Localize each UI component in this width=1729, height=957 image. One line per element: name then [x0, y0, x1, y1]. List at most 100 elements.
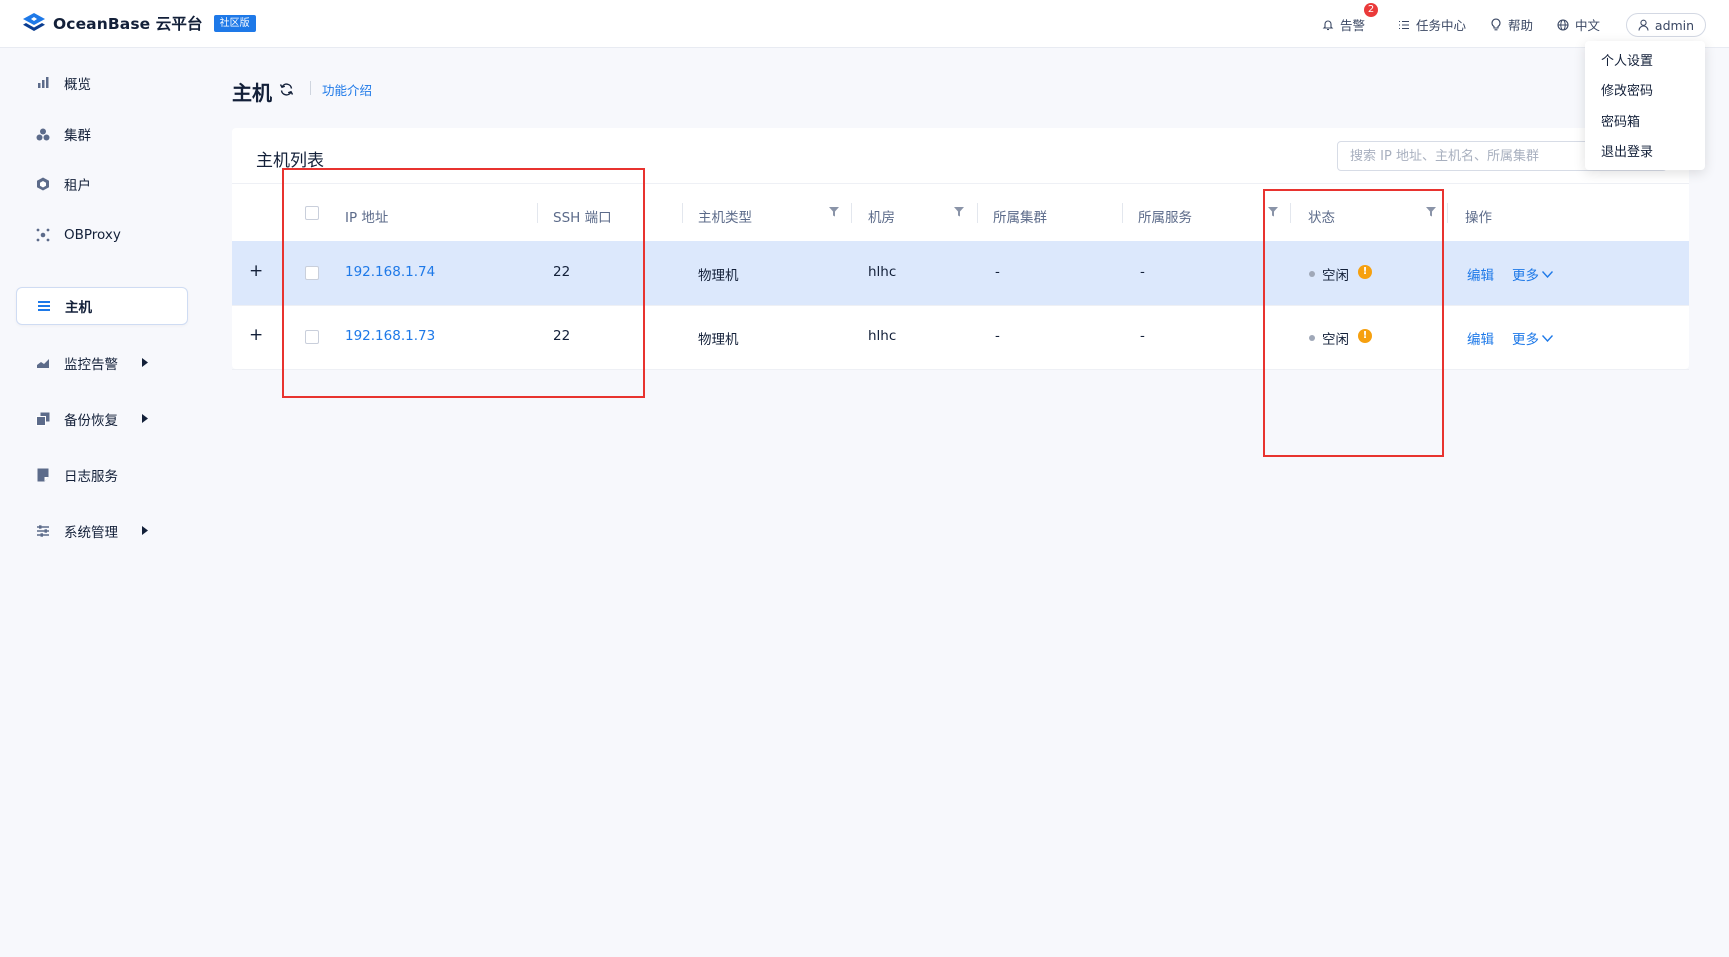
- task-center-label: 任务中心: [1416, 18, 1467, 33]
- brand-logo[interactable]: OceanBase 云平台 社区版: [22, 12, 256, 34]
- feature-intro-link[interactable]: 功能介绍: [322, 80, 372, 99]
- menu-item-password-vault[interactable]: 密码箱: [1601, 111, 1640, 130]
- username: admin: [1654, 17, 1695, 33]
- host-ip-link[interactable]: 192.168.1.74: [345, 264, 435, 280]
- proxy-icon: [36, 228, 50, 242]
- caret-right-icon: [142, 526, 148, 535]
- page-title: 主机: [232, 81, 272, 105]
- edit-link[interactable]: 编辑: [1467, 328, 1494, 348]
- sidebar-item-cluster[interactable]: 集群: [16, 115, 188, 153]
- status-dot: [1309, 271, 1315, 277]
- menu-item-logout[interactable]: 退出登录: [1601, 141, 1653, 160]
- user-menu-button[interactable]: admin: [1626, 13, 1706, 37]
- column-divider: [682, 203, 683, 223]
- sidebar-item-label: 租户: [64, 178, 91, 194]
- status-text: 空闲: [1322, 268, 1349, 284]
- column-header-host-type[interactable]: 主机类型: [698, 206, 752, 226]
- caret-right-icon: [142, 358, 148, 367]
- sidebar-item-monitoring[interactable]: 监控告警: [16, 344, 188, 382]
- service-cell: -: [1140, 264, 1145, 280]
- title-divider: [310, 81, 311, 95]
- edit-link[interactable]: 编辑: [1467, 264, 1494, 284]
- service-cell: -: [1140, 328, 1145, 344]
- sidebar-item-label: 监控告警: [64, 357, 118, 373]
- host-ip-link[interactable]: 192.168.1.73: [345, 328, 435, 344]
- alarm-button[interactable]: 告警: [1322, 15, 1365, 34]
- sidebar-item-label: 备份恢复: [64, 413, 118, 429]
- host-list-icon: [38, 301, 50, 311]
- card-title: 主机列表: [256, 151, 324, 171]
- filter-icon[interactable]: [1268, 207, 1278, 217]
- select-all-checkbox[interactable]: [305, 206, 319, 220]
- sidebar-item-host[interactable]: 主机: [16, 287, 188, 325]
- column-header-ip[interactable]: IP 地址: [345, 206, 388, 226]
- user-icon: [1638, 19, 1649, 31]
- host-type-cell: 物理机: [698, 268, 739, 284]
- row-checkbox[interactable]: [305, 330, 319, 344]
- column-header-service[interactable]: 所属服务: [1138, 206, 1192, 226]
- sidebar-item-log-service[interactable]: 日志服务: [16, 456, 188, 494]
- more-actions-dropdown[interactable]: 更多: [1512, 328, 1553, 348]
- sidebar-item-label: 系统管理: [64, 525, 118, 541]
- sidebar-item-tenant[interactable]: 租户: [16, 165, 188, 203]
- sidebar-item-label: 概览: [64, 77, 91, 93]
- top-header: OceanBase 云平台 社区版 告警 2 任务中心 帮助 中文 admin: [0, 0, 1729, 48]
- column-header-status[interactable]: 状态: [1308, 206, 1335, 226]
- column-divider: [1447, 203, 1448, 223]
- monitor-icon: [37, 359, 49, 368]
- cluster-icon: [36, 128, 50, 140]
- column-divider: [1122, 203, 1123, 223]
- language-switch[interactable]: 中文: [1557, 15, 1600, 34]
- warning-icon[interactable]: !: [1358, 265, 1372, 279]
- table-header: IP 地址 SSH 端口 主机类型 机房 所属集群 所属服务 状态 操作: [232, 183, 1689, 241]
- sidebar-item-system-management[interactable]: 系统管理: [16, 512, 188, 550]
- bell-icon: [1322, 20, 1334, 30]
- log-icon: [37, 468, 49, 482]
- task-list-icon: [1399, 20, 1409, 29]
- idc-cell: hlhc: [868, 328, 897, 344]
- globe-icon: [1557, 18, 1569, 31]
- expand-row-icon[interactable]: +: [249, 263, 263, 280]
- filter-icon[interactable]: [1426, 207, 1436, 217]
- column-header-actions: 操作: [1465, 210, 1492, 226]
- filter-icon[interactable]: [954, 207, 964, 217]
- warning-icon[interactable]: !: [1358, 329, 1372, 343]
- row-checkbox[interactable]: [305, 266, 319, 280]
- cluster-cell: -: [995, 328, 1000, 344]
- brand-name: OceanBase 云平台: [53, 15, 203, 33]
- oceanbase-logo-icon: [23, 13, 45, 31]
- column-divider: [1290, 203, 1291, 223]
- more-label: 更多: [1512, 332, 1539, 348]
- help-button[interactable]: 帮助: [1490, 15, 1533, 34]
- menu-item-profile-settings[interactable]: 个人设置: [1601, 50, 1653, 69]
- edition-badge: 社区版: [213, 14, 256, 32]
- settings-sliders-icon: [37, 525, 49, 537]
- column-divider: [977, 203, 978, 223]
- backup-icon: [36, 412, 50, 426]
- column-header-idc[interactable]: 机房: [868, 206, 895, 226]
- idc-cell: hlhc: [868, 264, 897, 280]
- ssh-port-cell: 22: [553, 328, 571, 344]
- column-header-ssh-port[interactable]: SSH 端口: [553, 206, 612, 226]
- table-row[interactable]: + 192.168.1.73 22 物理机 hlhc - - 空闲 ! 编辑 更…: [232, 305, 1689, 370]
- sidebar-nav: 概览 集群 租户 OBProxy 主机 监控告警 备份恢复 日志服务 系统管理: [0, 48, 190, 957]
- bar-chart-icon: [38, 77, 49, 88]
- table-row[interactable]: + 192.168.1.74 22 物理机 hlhc - - 空闲 ! 编辑 更…: [232, 241, 1689, 306]
- status-dot: [1309, 335, 1315, 341]
- chevron-down-icon: [1542, 270, 1553, 278]
- filter-icon[interactable]: [829, 207, 839, 217]
- sidebar-item-obproxy[interactable]: OBProxy: [16, 216, 188, 254]
- status-text: 空闲: [1322, 332, 1349, 348]
- user-dropdown-menu: 个人设置 修改密码 密码箱 退出登录: [1585, 41, 1705, 170]
- menu-item-change-password[interactable]: 修改密码: [1601, 80, 1653, 99]
- expand-row-icon[interactable]: +: [249, 327, 263, 344]
- more-actions-dropdown[interactable]: 更多: [1512, 264, 1553, 284]
- lightbulb-icon: [1491, 18, 1501, 31]
- language-label: 中文: [1575, 18, 1601, 33]
- sidebar-item-overview[interactable]: 概览: [16, 64, 188, 102]
- column-divider: [851, 203, 852, 223]
- refresh-icon[interactable]: [279, 82, 294, 97]
- sidebar-item-backup[interactable]: 备份恢复: [16, 400, 188, 438]
- column-header-cluster[interactable]: 所属集群: [993, 206, 1047, 226]
- task-center-button[interactable]: 任务中心: [1398, 15, 1466, 34]
